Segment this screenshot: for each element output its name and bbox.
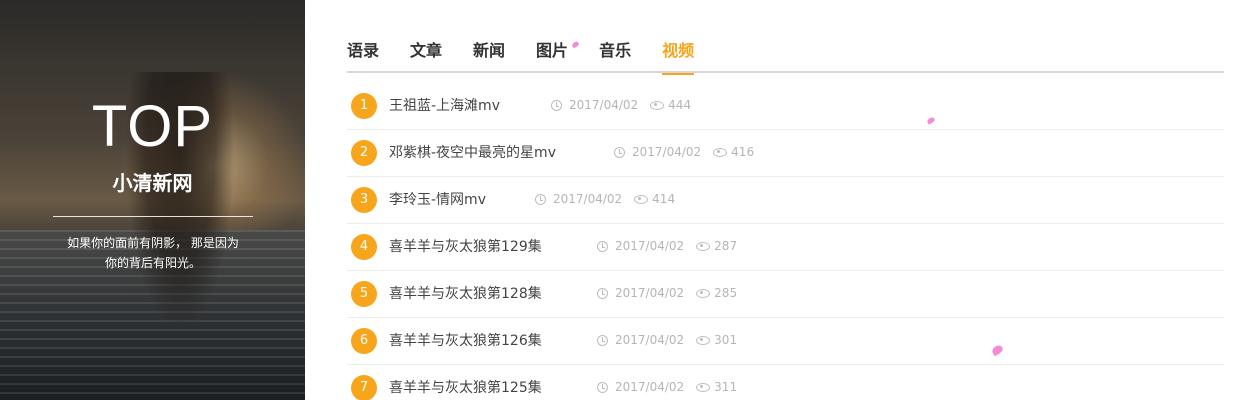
- item-date: 2017/04/02: [615, 286, 685, 300]
- clock-icon: [551, 99, 562, 111]
- list-item: 2 邓紫棋-夜空中最亮的星mv 2017/04/02 416: [347, 130, 1224, 177]
- item-views: 285: [714, 286, 738, 300]
- item-title-link[interactable]: 邓紫棋-夜空中最亮的星mv: [389, 142, 556, 162]
- clock-icon: [597, 287, 608, 299]
- rank-badge: 7: [351, 375, 377, 400]
- item-date: 2017/04/02: [615, 380, 685, 394]
- clock-icon: [597, 334, 608, 346]
- clock-icon: [597, 381, 608, 393]
- item-views: 444: [668, 98, 692, 112]
- rank-badge: 3: [351, 187, 377, 213]
- hero-title: TOP: [91, 94, 214, 159]
- item-title-link[interactable]: 喜羊羊与灰太狼第126集: [389, 330, 542, 350]
- hero-quote: 如果你的面前有阴影， 那是因为 你的背后有阳光。: [40, 233, 266, 273]
- list-item: 5 喜羊羊与灰太狼第128集 2017/04/02 285: [347, 271, 1224, 318]
- item-title-link[interactable]: 喜羊羊与灰太狼第125集: [389, 377, 542, 397]
- rank-badge: 5: [351, 281, 377, 307]
- hero-divider: [53, 216, 253, 217]
- item-views: 414: [652, 192, 676, 206]
- list-item: 4 喜羊羊与灰太狼第129集 2017/04/02 287: [347, 224, 1224, 271]
- item-meta: 2017/04/02 301: [597, 333, 737, 347]
- eye-icon: [696, 382, 711, 392]
- item-views: 416: [731, 145, 755, 159]
- list-item: 7 喜羊羊与灰太狼第125集 2017/04/02 311: [347, 365, 1224, 400]
- list-item: 6 喜羊羊与灰太狼第126集 2017/04/02 301: [347, 318, 1224, 365]
- rank-badge: 4: [351, 234, 377, 260]
- hero-quote-line-2: 你的背后有阳光。: [104, 256, 201, 270]
- item-meta: 2017/04/02 416: [614, 145, 754, 159]
- item-views: 301: [714, 333, 738, 347]
- item-date: 2017/04/02: [569, 98, 639, 112]
- eye-icon: [696, 288, 711, 298]
- item-date: 2017/04/02: [553, 192, 623, 206]
- eye-icon: [713, 147, 728, 157]
- eye-icon: [650, 100, 665, 110]
- hero-quote-line-1: 如果你的面前有阴影， 那是因为: [67, 236, 239, 250]
- item-date: 2017/04/02: [632, 145, 702, 159]
- clock-icon: [614, 146, 625, 158]
- item-meta: 2017/04/02 444: [551, 98, 691, 112]
- item-title-link[interactable]: 李玲玉-情网mv: [389, 189, 486, 209]
- hero-subtitle: 小清新网: [112, 171, 193, 195]
- item-title-link[interactable]: 喜羊羊与灰太狼第128集: [389, 283, 542, 303]
- item-meta: 2017/04/02 414: [535, 192, 675, 206]
- item-meta: 2017/04/02 285: [597, 286, 737, 300]
- item-meta: 2017/04/02 287: [597, 239, 737, 253]
- item-meta: 2017/04/02 311: [597, 380, 737, 394]
- list-item: 1 王祖蓝-上海滩mv 2017/04/02 444: [347, 83, 1224, 130]
- tab-videos[interactable]: 视频: [662, 38, 695, 75]
- tab-news[interactable]: 新闻: [473, 38, 505, 73]
- item-date: 2017/04/02: [615, 333, 685, 347]
- clock-icon: [535, 193, 546, 205]
- item-views: 311: [714, 380, 738, 394]
- category-tabs: 语录 文章 新闻 图片 音乐 视频: [347, 38, 1224, 75]
- tab-quotes[interactable]: 语录: [347, 38, 379, 73]
- ranking-panel: 语录 文章 新闻 图片 音乐 视频 1 王祖蓝-上海滩mv 2017/04/02…: [347, 0, 1224, 400]
- item-title-link[interactable]: 喜羊羊与灰太狼第129集: [389, 236, 542, 256]
- tab-articles[interactable]: 文章: [410, 38, 442, 73]
- eye-icon: [696, 241, 711, 251]
- ranking-list: 1 王祖蓝-上海滩mv 2017/04/02 444 2 邓紫棋-夜空中最亮的星…: [347, 83, 1224, 400]
- eye-icon: [634, 194, 649, 204]
- item-date: 2017/04/02: [615, 239, 685, 253]
- rank-badge: 2: [351, 140, 377, 166]
- tab-music[interactable]: 音乐: [599, 38, 631, 73]
- hero-banner: TOP 小清新网 如果你的面前有阴影， 那是因为 你的背后有阳光。: [0, 0, 305, 400]
- list-item: 3 李玲玉-情网mv 2017/04/02 414: [347, 177, 1224, 224]
- item-title-link[interactable]: 王祖蓝-上海滩mv: [389, 95, 500, 115]
- item-views: 287: [714, 239, 738, 253]
- tab-pictures[interactable]: 图片: [536, 38, 568, 73]
- rank-badge: 6: [351, 328, 377, 354]
- rank-badge: 1: [351, 93, 377, 119]
- eye-icon: [696, 335, 711, 345]
- clock-icon: [597, 240, 608, 252]
